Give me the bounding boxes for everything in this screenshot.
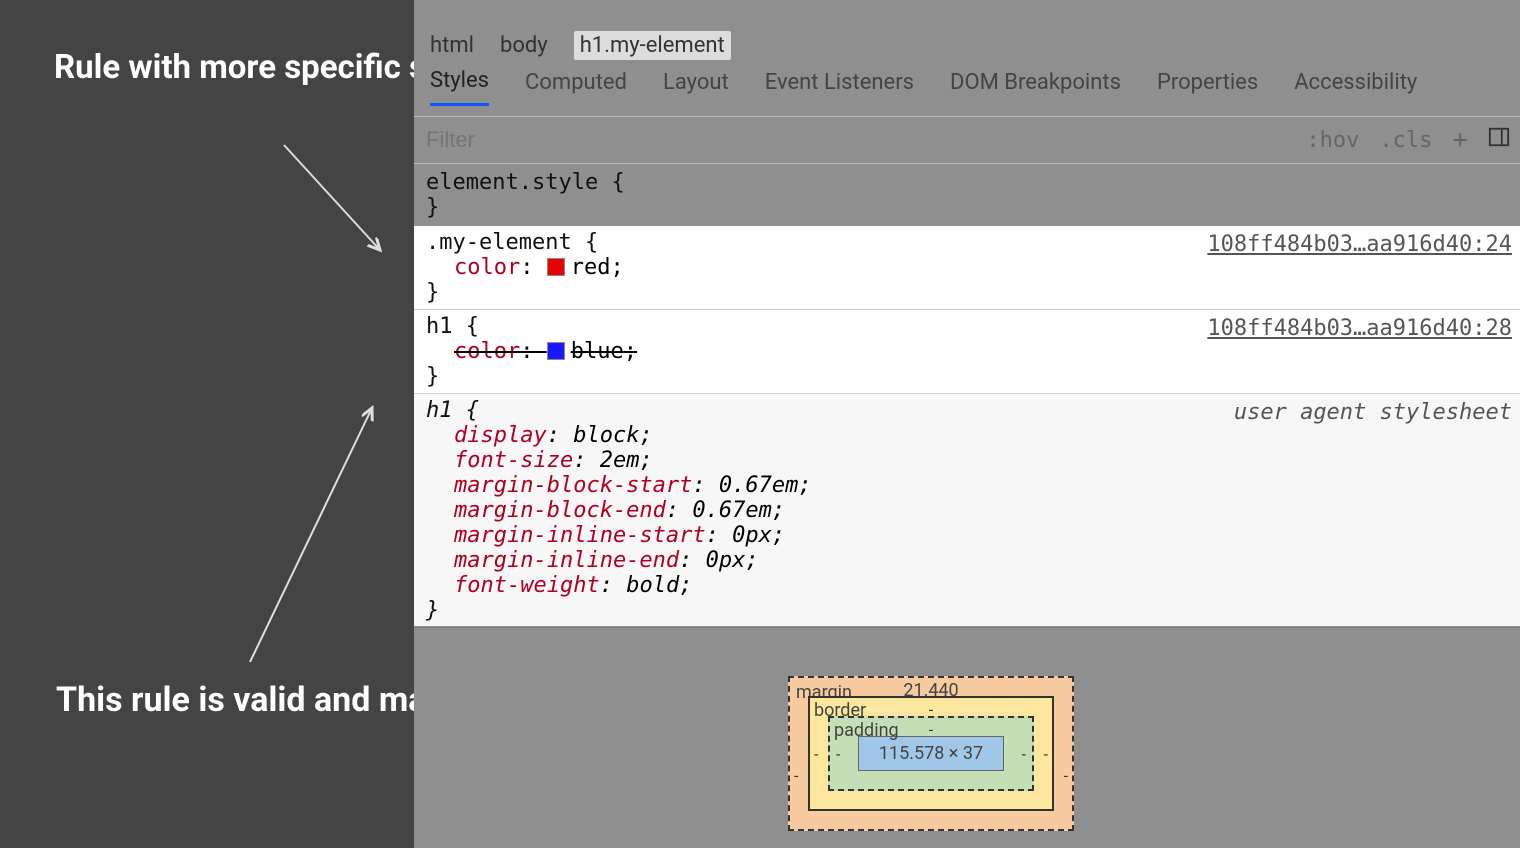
styles-filter-input[interactable] [414, 117, 1296, 163]
tab-event-listeners[interactable]: Event Listeners [765, 70, 914, 105]
css-property: margin-inline-end [454, 548, 679, 573]
tab-bar: Styles Computed Layout Event Listeners D… [414, 50, 1520, 117]
css-property: color [454, 255, 520, 280]
breadcrumb-bar: html body h1.my-element [414, 0, 1520, 50]
declaration[interactable]: color: red; [426, 255, 1508, 280]
rule-my-element[interactable]: 108ff484b03…aa916d40:24 .my-element { co… [414, 226, 1520, 310]
rule-source-link[interactable]: 108ff484b03…aa916d40:28 [1207, 316, 1512, 341]
tab-accessibility[interactable]: Accessibility [1294, 70, 1417, 105]
declaration: margin-block-end: 0.67em; [426, 498, 1508, 523]
css-value: 0.67em [692, 498, 771, 523]
brace-open: { [611, 170, 624, 195]
css-value: block [573, 423, 639, 448]
declaration: margin-inline-end: 0px; [426, 548, 1508, 573]
hov-toggle[interactable]: :hov [1296, 128, 1369, 153]
brace-open: { [572, 230, 599, 255]
filter-bar: :hov .cls + [414, 117, 1520, 164]
colon: : [520, 255, 547, 280]
rule-user-agent: user agent stylesheet h1 { display: bloc… [414, 394, 1520, 628]
new-style-rule-button[interactable]: + [1442, 125, 1478, 155]
devtools-panel: html body h1.my-element Styles Computed … [414, 0, 1520, 848]
tab-styles[interactable]: Styles [430, 68, 489, 106]
css-property: display [454, 423, 547, 448]
css-value: blue [571, 339, 624, 364]
declaration: margin-block-start: 0.67em; [426, 473, 1508, 498]
css-value: 2em [600, 448, 640, 473]
tab-computed[interactable]: Computed [525, 70, 627, 105]
breadcrumb-html[interactable]: html [430, 33, 474, 58]
user-agent-label: user agent stylesheet [1234, 400, 1512, 425]
selector-text: h1 [426, 398, 453, 423]
declaration: display: block; [426, 423, 1508, 448]
element-style-selector: element.style [426, 170, 598, 195]
brace-close: } [426, 195, 439, 220]
tab-layout[interactable]: Layout [663, 70, 729, 105]
box-model-content: 115.578 × 37 [858, 736, 1004, 771]
brace-open: { [453, 398, 480, 423]
semicolon: ; [624, 339, 637, 364]
breadcrumb-h1-my-element[interactable]: h1.my-element [574, 31, 731, 60]
brace-close: } [426, 598, 439, 623]
color-swatch-blue[interactable] [547, 342, 565, 360]
css-value: bold [626, 573, 679, 598]
declaration: font-weight: bold; [426, 573, 1508, 598]
css-value: 0px [706, 548, 746, 573]
toggle-sidebar-icon[interactable] [1478, 126, 1520, 154]
css-property: margin-block-end [454, 498, 666, 523]
selector-text: .my-element [426, 230, 572, 255]
tab-properties[interactable]: Properties [1157, 70, 1258, 105]
css-value: 0.67em [719, 473, 798, 498]
box-model-padding-top: - [929, 720, 933, 739]
box-model-border-left: - [814, 744, 818, 763]
declaration: font-size: 2em; [426, 448, 1508, 473]
box-model-margin-left: - [794, 766, 798, 785]
declaration-overridden[interactable]: color: blue; [426, 339, 1508, 364]
box-model-padding-label: padding [834, 720, 899, 741]
colon: : [520, 339, 547, 364]
box-model-border-right: - [1044, 744, 1048, 763]
breadcrumb-body[interactable]: body [500, 33, 548, 58]
box-model-margin-right: - [1064, 766, 1068, 785]
css-property: margin-inline-start [454, 523, 706, 548]
box-model-padding-left: - [836, 744, 840, 763]
box-model-padding-right: - [1022, 744, 1026, 763]
css-property: margin-block-start [454, 473, 692, 498]
cls-toggle[interactable]: .cls [1369, 128, 1442, 153]
css-value: red [571, 255, 611, 280]
tab-dom-breakpoints[interactable]: DOM Breakpoints [950, 70, 1121, 105]
css-property: font-weight [454, 573, 600, 598]
box-model-diagram[interactable]: margin 21.440 border - padding - - - 115… [788, 676, 1074, 831]
element-style-rule[interactable]: element.style { } [414, 164, 1520, 226]
brace-close: } [426, 364, 439, 389]
semicolon: ; [610, 255, 623, 280]
declaration: margin-inline-start: 0px; [426, 523, 1508, 548]
css-property: color [454, 339, 520, 364]
css-property: font-size [454, 448, 573, 473]
rule-h1-overridden[interactable]: 108ff484b03…aa916d40:28 h1 { color: blue… [414, 310, 1520, 394]
brace-open: { [453, 314, 480, 339]
css-value: 0px [732, 523, 772, 548]
selector-text: h1 [426, 314, 453, 339]
color-swatch-red[interactable] [547, 258, 565, 276]
brace-close: } [426, 280, 439, 305]
rule-source-link[interactable]: 108ff484b03…aa916d40:24 [1207, 232, 1512, 257]
